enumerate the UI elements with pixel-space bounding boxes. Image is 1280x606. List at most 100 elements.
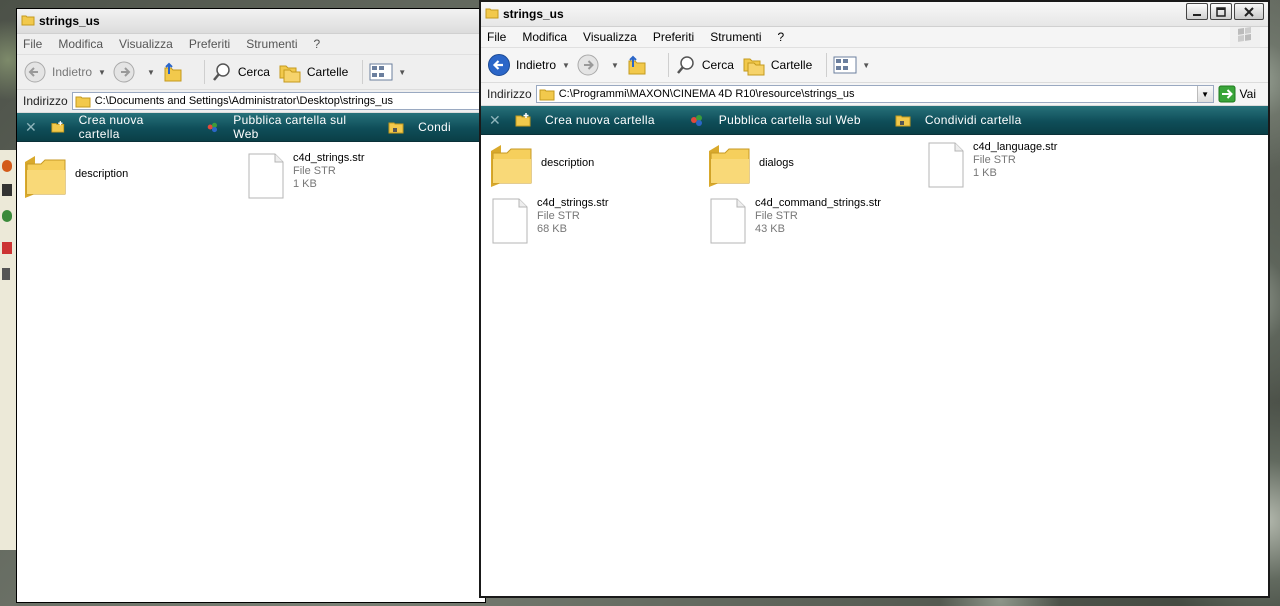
toolbar-separator: [362, 60, 364, 84]
list-item[interactable]: c4d_strings.str File STR 68 KB: [491, 197, 609, 245]
up-folder-button[interactable]: [625, 53, 654, 77]
task-share-folder-label: Condividi cartella: [924, 113, 1022, 127]
folders-label: Cartelle: [770, 58, 813, 72]
minimize-button[interactable]: [1186, 3, 1208, 20]
item-type: File STR: [973, 154, 1016, 166]
search-icon: [212, 63, 230, 81]
task-share-folder[interactable]: Condividi cartella: [895, 112, 1022, 128]
toolbar-separator: [667, 53, 669, 77]
back-button[interactable]: Indietro: [23, 60, 92, 84]
window-title: strings_us: [39, 14, 100, 28]
task-share-folder[interactable]: Condi: [388, 119, 451, 135]
list-item[interactable]: c4d_strings.str File STR 1 KB: [247, 152, 365, 200]
menu-visualizza[interactable]: Visualizza: [583, 30, 637, 44]
item-size: 68 KB: [537, 223, 567, 235]
forward-button[interactable]: [112, 60, 141, 84]
item-name: c4d_language.str: [973, 141, 1058, 153]
list-item[interactable]: description: [489, 141, 594, 187]
forward-dropdown[interactable]: ▼: [147, 68, 155, 77]
up-folder-icon: [628, 55, 646, 75]
chevron-down-icon: ▼: [862, 60, 871, 70]
folders-label: Cartelle: [306, 65, 349, 79]
up-folder-button[interactable]: [161, 60, 190, 84]
back-button[interactable]: Indietro: [487, 53, 556, 77]
app-icon: [2, 268, 10, 280]
menu-help[interactable]: ?: [314, 37, 321, 51]
maximize-icon: [1216, 6, 1226, 17]
back-dropdown[interactable]: ▼: [98, 68, 106, 77]
folder-icon: [539, 89, 555, 101]
explorer-window-right[interactable]: strings_us File Modifica Visualizza Pref…: [479, 0, 1270, 598]
toolbar-separator: [826, 53, 828, 77]
menu-file[interactable]: File: [23, 37, 42, 51]
menu-modifica[interactable]: Modifica: [522, 30, 567, 44]
task-new-folder[interactable]: Crea nuova cartella: [515, 112, 655, 128]
folders-button[interactable]: Cartelle: [278, 60, 348, 84]
forward-button[interactable]: [576, 53, 605, 77]
views-button[interactable]: ▼: [369, 62, 406, 82]
folder-icon: [491, 145, 532, 187]
menu-modifica[interactable]: Modifica: [58, 37, 103, 51]
task-new-folder-label: Crea nuova cartella: [545, 113, 655, 127]
search-button[interactable]: Cerca: [211, 61, 270, 83]
menu-strumenti[interactable]: Strumenti: [246, 37, 297, 51]
list-item[interactable]: description: [23, 152, 128, 198]
menu-help[interactable]: ?: [778, 30, 785, 44]
up-folder-icon: [164, 62, 182, 82]
item-type: File STR: [293, 165, 336, 177]
views-button[interactable]: ▼: [833, 55, 870, 75]
folders-icon: [279, 65, 301, 83]
back-dropdown[interactable]: ▼: [562, 61, 570, 70]
item-name: description: [541, 157, 595, 169]
address-bar: Indirizzo C:\Programmi\MAXON\CINEMA 4D R…: [481, 83, 1268, 106]
forward-arrow-icon: [113, 61, 135, 83]
menu-strumenti[interactable]: Strumenti: [710, 30, 761, 44]
menu-preferiti[interactable]: Preferiti: [189, 37, 230, 51]
task-publish-web[interactable]: Pubblica cartella sul Web: [689, 112, 861, 128]
search-icon: [676, 56, 694, 74]
list-item[interactable]: c4d_language.str File STR 1 KB: [927, 141, 1057, 189]
address-input[interactable]: C:\Programmi\MAXON\CINEMA 4D R10\resourc…: [535, 85, 1214, 103]
menu-visualizza[interactable]: Visualizza: [119, 37, 173, 51]
search-label: Cerca: [701, 58, 734, 72]
views-icon: [833, 56, 857, 74]
maximize-button[interactable]: [1210, 3, 1232, 20]
close-tasks-icon[interactable]: ✕: [489, 112, 501, 129]
close-tasks-icon[interactable]: ✕: [25, 119, 37, 136]
address-input[interactable]: C:\Documents and Settings\Administrator\…: [71, 92, 485, 110]
forward-arrow-icon: [577, 54, 599, 76]
title-bar[interactable]: strings_us: [481, 2, 1268, 27]
menu-preferiti[interactable]: Preferiti: [653, 30, 694, 44]
file-icon: [492, 198, 528, 244]
menu-file[interactable]: File: [487, 30, 506, 44]
share-folder-icon: [388, 122, 404, 134]
item-name: description: [75, 168, 129, 180]
share-folder-icon: [895, 115, 911, 127]
go-button[interactable]: Vai: [1218, 85, 1256, 103]
explorer-window-left[interactable]: strings_us File Modifica Visualizza Pref…: [16, 8, 486, 603]
close-button[interactable]: [1234, 3, 1264, 20]
item-size: 1 KB: [973, 167, 997, 179]
address-label: Indirizzo: [487, 87, 532, 101]
folders-button[interactable]: Cartelle: [742, 53, 812, 77]
list-item[interactable]: dialogs: [707, 141, 794, 187]
address-label: Indirizzo: [23, 94, 68, 108]
task-share-folder-label: Condi: [418, 120, 451, 134]
search-label: Cerca: [237, 65, 270, 79]
address-dropdown[interactable]: ▼: [1196, 86, 1213, 102]
publish-web-icon: [690, 115, 702, 126]
file-icon: [928, 142, 964, 188]
list-item[interactable]: c4d_command_strings.str File STR 43 KB: [709, 197, 881, 245]
search-button[interactable]: Cerca: [675, 54, 734, 76]
task-new-folder[interactable]: Crea nuova cartella: [51, 113, 172, 141]
forward-dropdown[interactable]: ▼: [611, 61, 619, 70]
task-publish-web[interactable]: Pubblica cartella sul Web: [206, 113, 354, 141]
back-arrow-icon: [488, 54, 510, 76]
app-icon: [2, 160, 12, 172]
toolbar: Indietro ▼ ▼ Cerca Cartelle ▼: [481, 48, 1268, 83]
task-publish-web-label: Pubblica cartella sul Web: [233, 113, 347, 141]
file-icon: [710, 198, 746, 244]
app-icon: [2, 210, 12, 222]
folder-icon: [485, 6, 499, 23]
title-bar[interactable]: strings_us: [17, 9, 485, 34]
